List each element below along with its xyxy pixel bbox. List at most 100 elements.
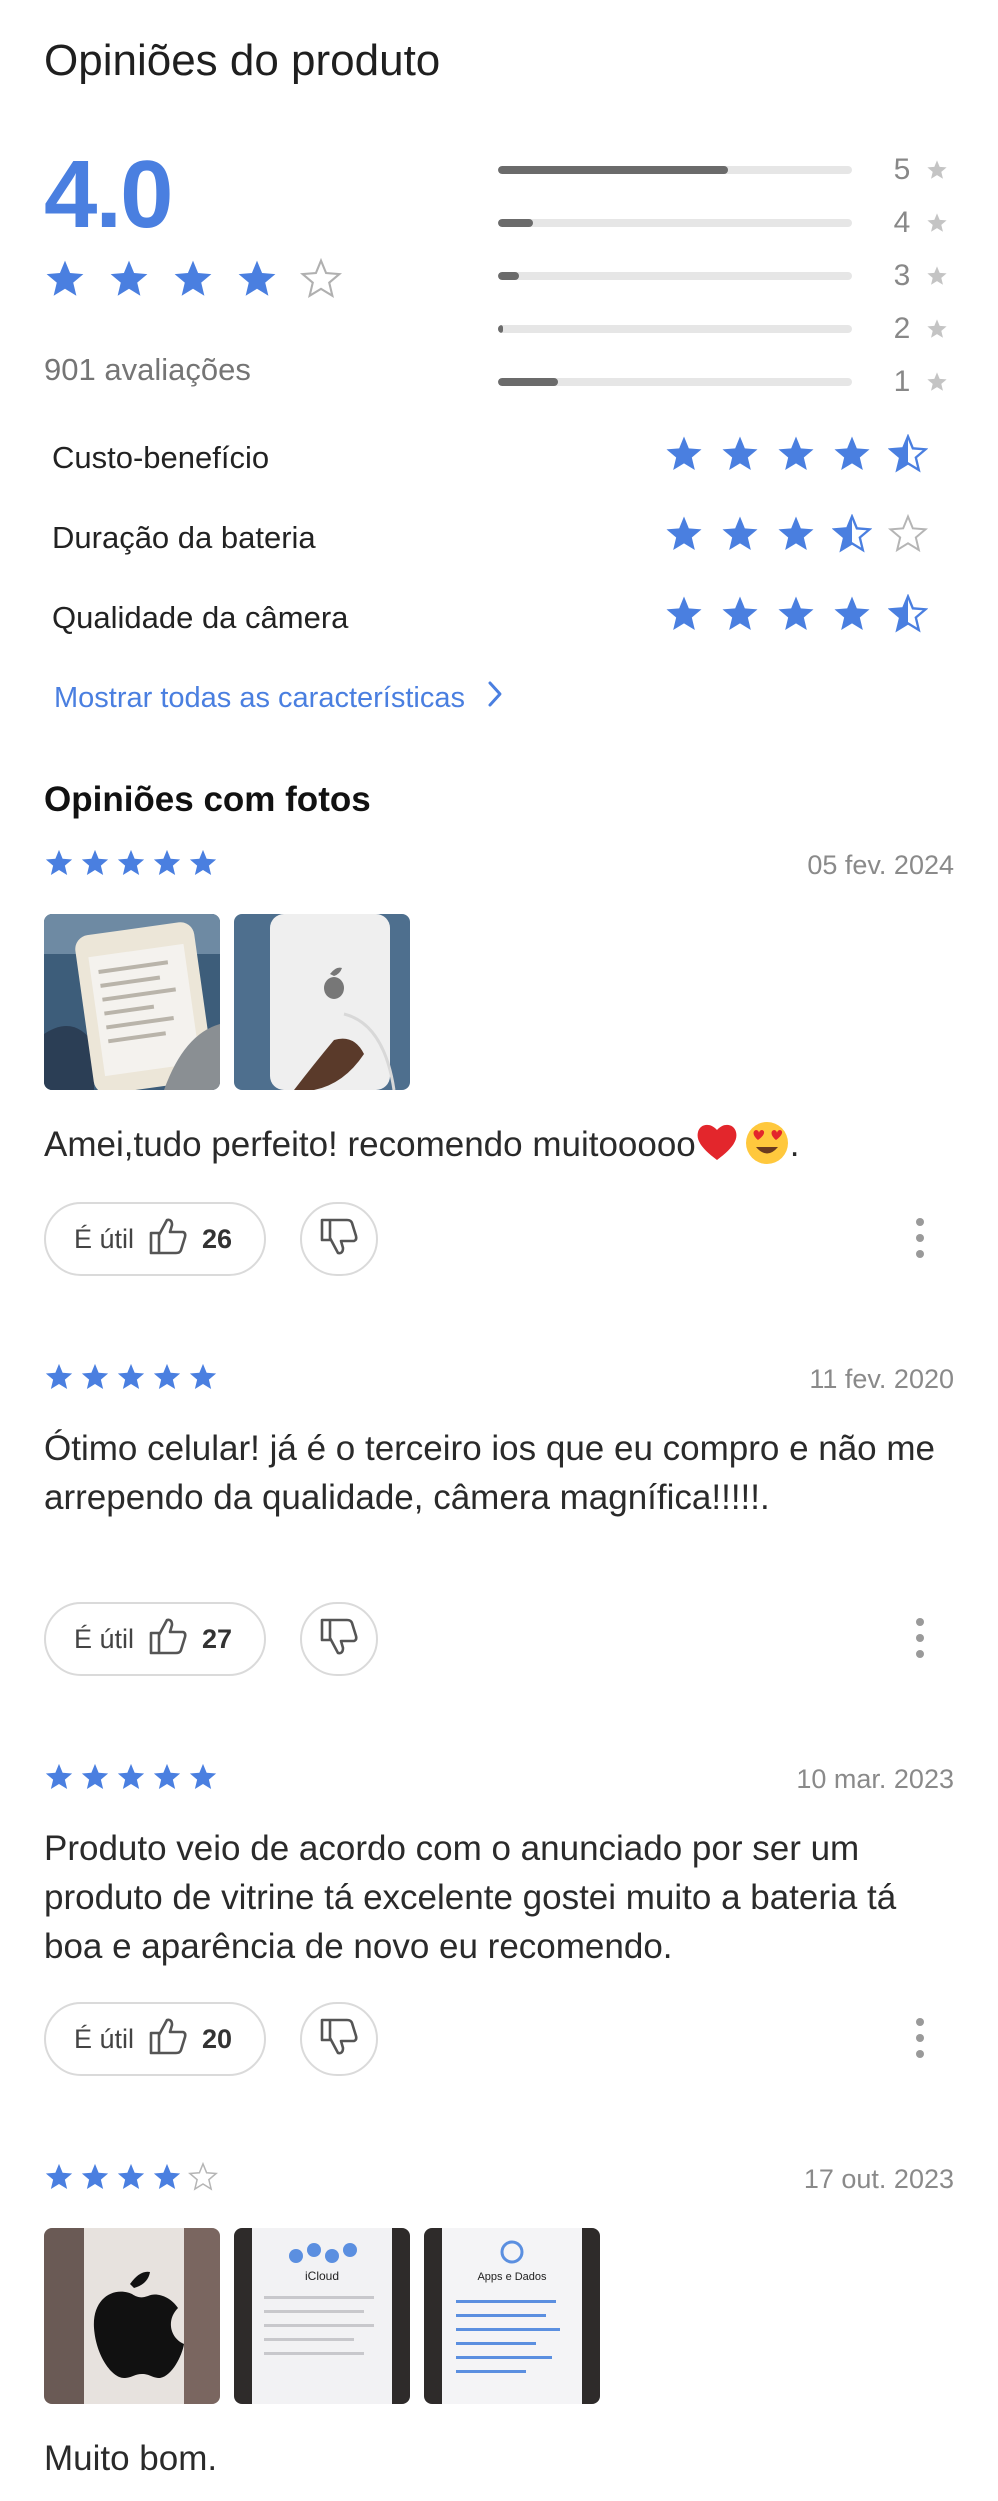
review-2-useful-button[interactable]: É útil 27 xyxy=(44,1602,266,1676)
star-half-icon xyxy=(887,433,929,479)
star-icon xyxy=(236,258,278,305)
star-icon xyxy=(776,594,816,639)
average-score: 4.0 xyxy=(44,141,173,248)
star-icon xyxy=(188,1762,218,1797)
review-4-photo-2[interactable]: iCloud xyxy=(234,2228,410,2404)
review-2-more-options-icon[interactable] xyxy=(900,1608,940,1668)
star-icon xyxy=(116,1362,146,1397)
star-empty-icon xyxy=(187,2161,219,2197)
distribution-bar-fill xyxy=(498,219,534,227)
star-icon xyxy=(116,1762,146,1797)
review-count: 901 avaliações xyxy=(44,352,251,387)
star-icon xyxy=(720,594,760,639)
review-2-stars xyxy=(44,1362,218,1397)
review-1-photo-2[interactable] xyxy=(234,914,410,1090)
star-icon xyxy=(44,1362,74,1397)
star-icon xyxy=(44,258,86,305)
useful-count: 27 xyxy=(202,1623,233,1654)
distribution-row-3: 3 xyxy=(498,256,958,296)
review-3-more-options-icon[interactable] xyxy=(900,2008,940,2068)
attribute-stars-camera xyxy=(664,593,929,639)
thumbs-down-icon xyxy=(319,1218,359,1261)
star-icon xyxy=(44,2162,74,2197)
distribution-label: 2 xyxy=(893,312,911,345)
star-icon xyxy=(80,848,110,883)
review-4-text: Muito bom. xyxy=(44,2439,218,2478)
review-4-photo-1[interactable] xyxy=(44,2228,220,2404)
star-small-icon xyxy=(926,318,948,345)
distribution-label: 1 xyxy=(893,365,911,398)
star-icon xyxy=(44,1762,74,1797)
review-3-date: 10 mar. 2023 xyxy=(796,1764,954,1794)
star-icon xyxy=(720,434,760,479)
star-icon xyxy=(80,1362,110,1397)
distribution-row-2: 2 xyxy=(498,309,958,349)
distribution-bar-fill xyxy=(498,378,559,386)
star-empty-icon xyxy=(887,513,929,559)
useful-label: É útil xyxy=(74,1623,135,1654)
useful-label: É útil xyxy=(74,2023,135,2054)
review-1-text: Amei,tudo perfeito! recomendo muitooooo. xyxy=(44,1120,964,1169)
page-title: Opiniões do produto xyxy=(44,36,441,85)
review-2-not-useful-button[interactable] xyxy=(300,1602,378,1676)
distribution-label: 5 xyxy=(893,153,911,186)
star-icon xyxy=(80,2162,110,2197)
thumbs-up-icon xyxy=(148,1617,188,1662)
useful-count: 26 xyxy=(202,1223,233,1254)
thumbs-up-icon xyxy=(148,1217,188,1262)
star-icon xyxy=(152,848,182,883)
review-1-more-options-icon[interactable] xyxy=(900,1208,940,1268)
icloud-photo-text: iCloud xyxy=(305,2269,339,2283)
review-1-text-suffix: . xyxy=(789,1125,800,1164)
review-3-not-useful-button[interactable] xyxy=(300,2002,378,2076)
star-icon xyxy=(664,594,704,639)
review-3-useful-button[interactable]: É útil 20 xyxy=(44,2002,266,2076)
distribution-bar-fill xyxy=(498,325,504,333)
star-icon xyxy=(664,434,704,479)
star-icon xyxy=(832,594,872,639)
review-2-date: 11 fev. 2020 xyxy=(809,1364,954,1394)
distribution-row-5: 5 xyxy=(498,150,958,190)
star-icon xyxy=(152,1762,182,1797)
star-icon xyxy=(172,258,214,305)
show-all-label: Mostrar todas as características xyxy=(54,681,465,714)
distribution-row-1: 1 xyxy=(498,362,958,402)
attribute-stars-battery xyxy=(664,513,929,559)
review-4-photo-3[interactable]: Apps e Dados xyxy=(424,2228,600,2404)
review-1-useful-button[interactable]: É útil 26 xyxy=(44,1202,266,1276)
review-4-date: 17 out. 2023 xyxy=(803,2164,954,2194)
review-1-photo-1[interactable] xyxy=(44,914,220,1090)
useful-label: É útil xyxy=(74,1223,135,1254)
star-icon xyxy=(152,1362,182,1397)
useful-count: 20 xyxy=(202,2023,233,2054)
apps-data-photo-text: Apps e Dados xyxy=(477,2271,547,2283)
show-all-characteristics-link[interactable]: Mostrar todas as características xyxy=(54,680,503,716)
attribute-label-camera: Qualidade da câmera xyxy=(52,600,349,635)
review-1-stars xyxy=(44,848,218,883)
photos-section-title: Opiniões com fotos xyxy=(44,780,371,819)
attribute-label-battery: Duração da bateria xyxy=(52,520,316,555)
star-icon xyxy=(116,2162,146,2197)
star-icon xyxy=(44,848,74,883)
distribution-label: 4 xyxy=(893,206,911,239)
star-icon xyxy=(188,848,218,883)
review-1-text-body: Amei,tudo perfeito! recomendo muitooooo xyxy=(44,1125,696,1164)
star-small-icon xyxy=(926,212,948,239)
distribution-label: 3 xyxy=(893,259,911,292)
star-small-icon xyxy=(926,159,948,186)
review-3-stars xyxy=(44,1762,218,1797)
star-icon xyxy=(776,514,816,559)
attribute-label-value: Custo-benefício xyxy=(52,440,270,475)
star-icon xyxy=(664,514,704,559)
review-1-date: 05 fev. 2024 xyxy=(807,850,954,880)
review-3-text: Produto veio de acordo com o anunciado p… xyxy=(44,1829,897,1966)
star-icon xyxy=(116,848,146,883)
distribution-row-4: 4 xyxy=(498,203,958,243)
distribution-bar-track xyxy=(498,219,852,227)
review-1-not-useful-button[interactable] xyxy=(300,1202,378,1276)
distribution-bar-fill xyxy=(498,272,520,280)
attribute-stars-value xyxy=(664,433,929,479)
red-heart-emoji xyxy=(696,1122,738,1162)
star-empty-icon xyxy=(299,257,343,305)
star-small-icon xyxy=(926,371,948,398)
